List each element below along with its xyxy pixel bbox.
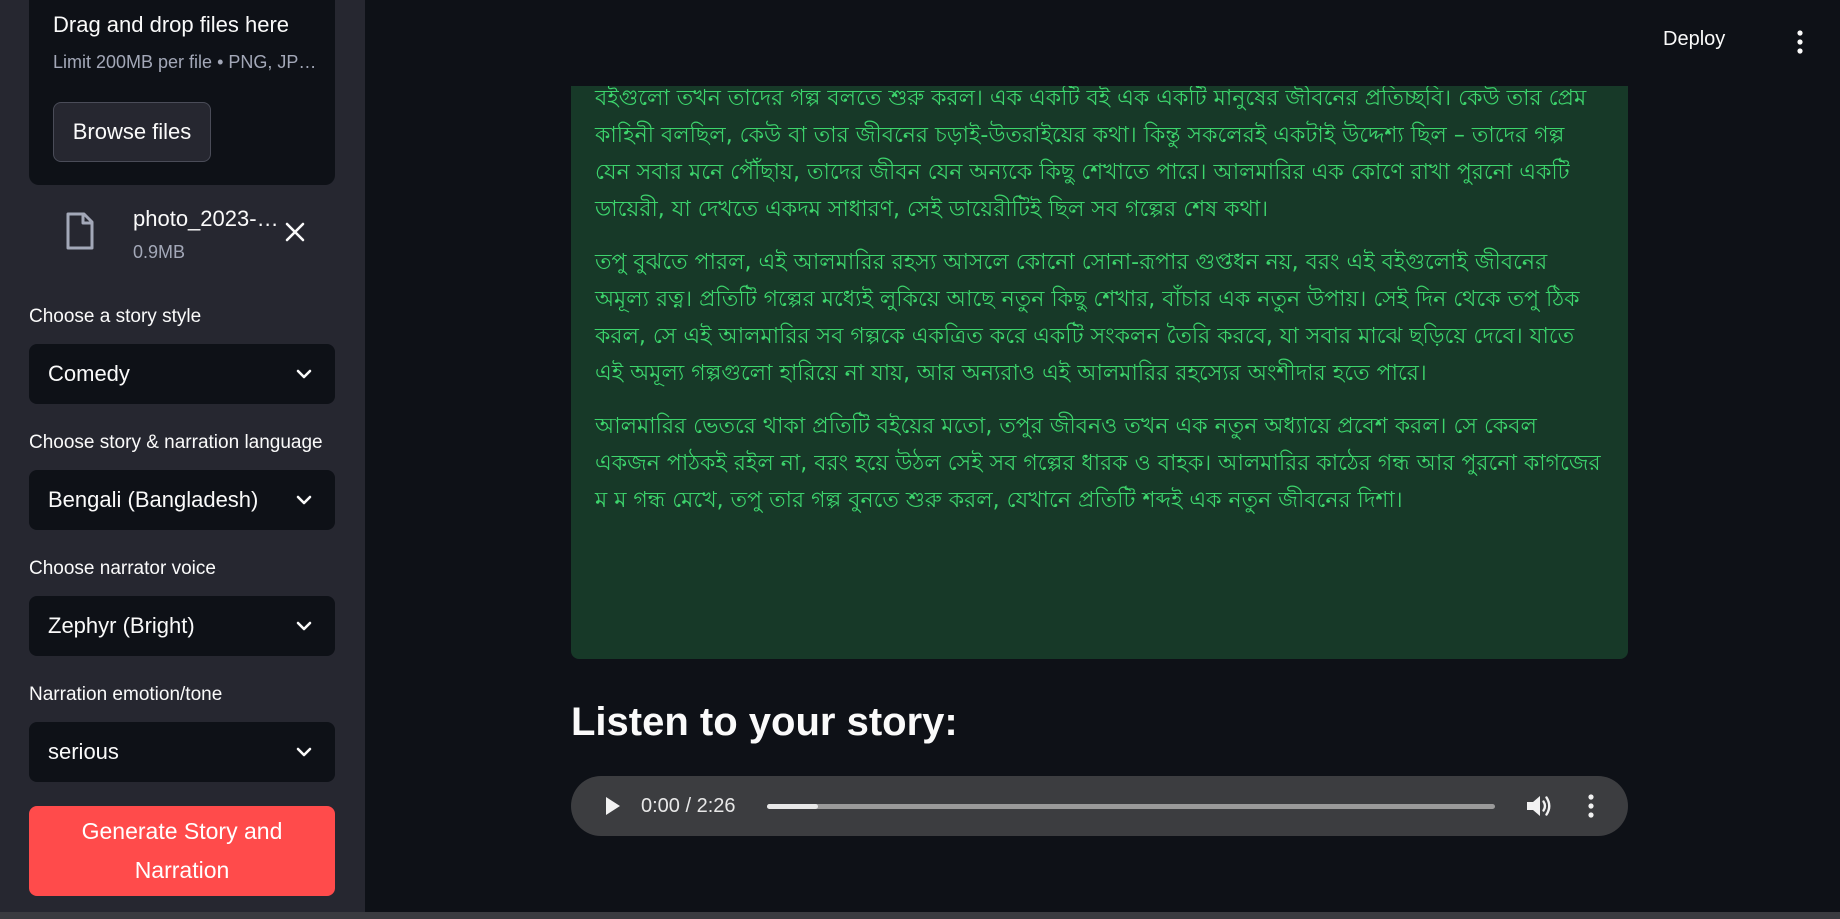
- language-select[interactable]: Bengali (Bangladesh): [29, 470, 335, 530]
- play-icon[interactable]: [601, 795, 623, 817]
- audio-progress-fill: [767, 804, 818, 809]
- audio-progress-bar[interactable]: [767, 804, 1495, 809]
- story-style-label: Choose a story style: [29, 306, 202, 327]
- listen-heading: Listen to your story:: [571, 700, 958, 744]
- horizontal-scrollbar[interactable]: [0, 912, 1840, 919]
- top-header: Deploy: [365, 0, 1840, 86]
- file-size: 0.9MB: [133, 242, 186, 262]
- file-icon: [66, 212, 94, 250]
- audio-time: 0:00 / 2:26: [641, 795, 736, 817]
- remove-file-icon[interactable]: [283, 220, 307, 244]
- chevron-down-icon: [296, 621, 312, 631]
- language-label: Choose story & narration language: [29, 432, 323, 453]
- chevron-down-icon: [296, 747, 312, 757]
- generate-story-button[interactable]: Generate Story and Narration: [29, 806, 335, 896]
- chevron-down-icon: [296, 495, 312, 505]
- deploy-button[interactable]: Deploy: [1663, 28, 1725, 51]
- story-style-value: Comedy: [48, 361, 130, 386]
- story-paragraph: আলমারির ভেতরে থাকা প্রতিটি বইয়ের মতো, ত…: [595, 414, 1601, 513]
- main-content: Deploy বইগুলো তখন তাদের গল্প বলতে শুরু ক…: [365, 0, 1840, 919]
- browse-files-button[interactable]: Browse files: [53, 102, 211, 162]
- sidebar: Drag and drop files here Limit 200MB per…: [0, 0, 365, 919]
- audio-player: 0:00 / 2:26: [571, 776, 1628, 836]
- story-paragraph: তপু বুঝতে পারল, এই আলমারির রহস্য আসলে কো…: [595, 250, 1580, 386]
- narrator-voice-label: Choose narrator voice: [29, 558, 216, 579]
- language-value: Bengali (Bangladesh): [48, 487, 259, 512]
- narrator-voice-value: Zephyr (Bright): [48, 613, 195, 638]
- story-style-select[interactable]: Comedy: [29, 344, 335, 404]
- story-text-box: বইগুলো তখন তাদের গল্প বলতে শুরু করল। এক …: [571, 40, 1628, 659]
- dropzone-title: Drag and drop files here: [53, 12, 290, 37]
- dropzone-limit-text: Limit 200MB per file • PNG, JPG, JPEG: [53, 52, 323, 72]
- main-menu-icon[interactable]: [1795, 30, 1805, 54]
- narrator-voice-select[interactable]: Zephyr (Bright): [29, 596, 335, 656]
- narration-tone-select[interactable]: serious: [29, 722, 335, 782]
- story-paragraph: বইগুলো তখন তাদের গল্প বলতে শুরু করল। এক …: [595, 86, 1587, 222]
- file-name: photo_2023-12-01.jpg: [133, 206, 283, 231]
- uploaded-file: photo_2023-12-01.jpg 0.9MB: [29, 200, 335, 270]
- volume-icon[interactable]: [1525, 793, 1553, 819]
- audio-more-options-icon[interactable]: [1587, 794, 1595, 818]
- chevron-down-icon: [296, 369, 312, 379]
- file-dropzone[interactable]: Drag and drop files here Limit 200MB per…: [29, 0, 335, 185]
- narration-tone-label: Narration emotion/tone: [29, 684, 223, 705]
- narration-tone-value: serious: [48, 739, 119, 764]
